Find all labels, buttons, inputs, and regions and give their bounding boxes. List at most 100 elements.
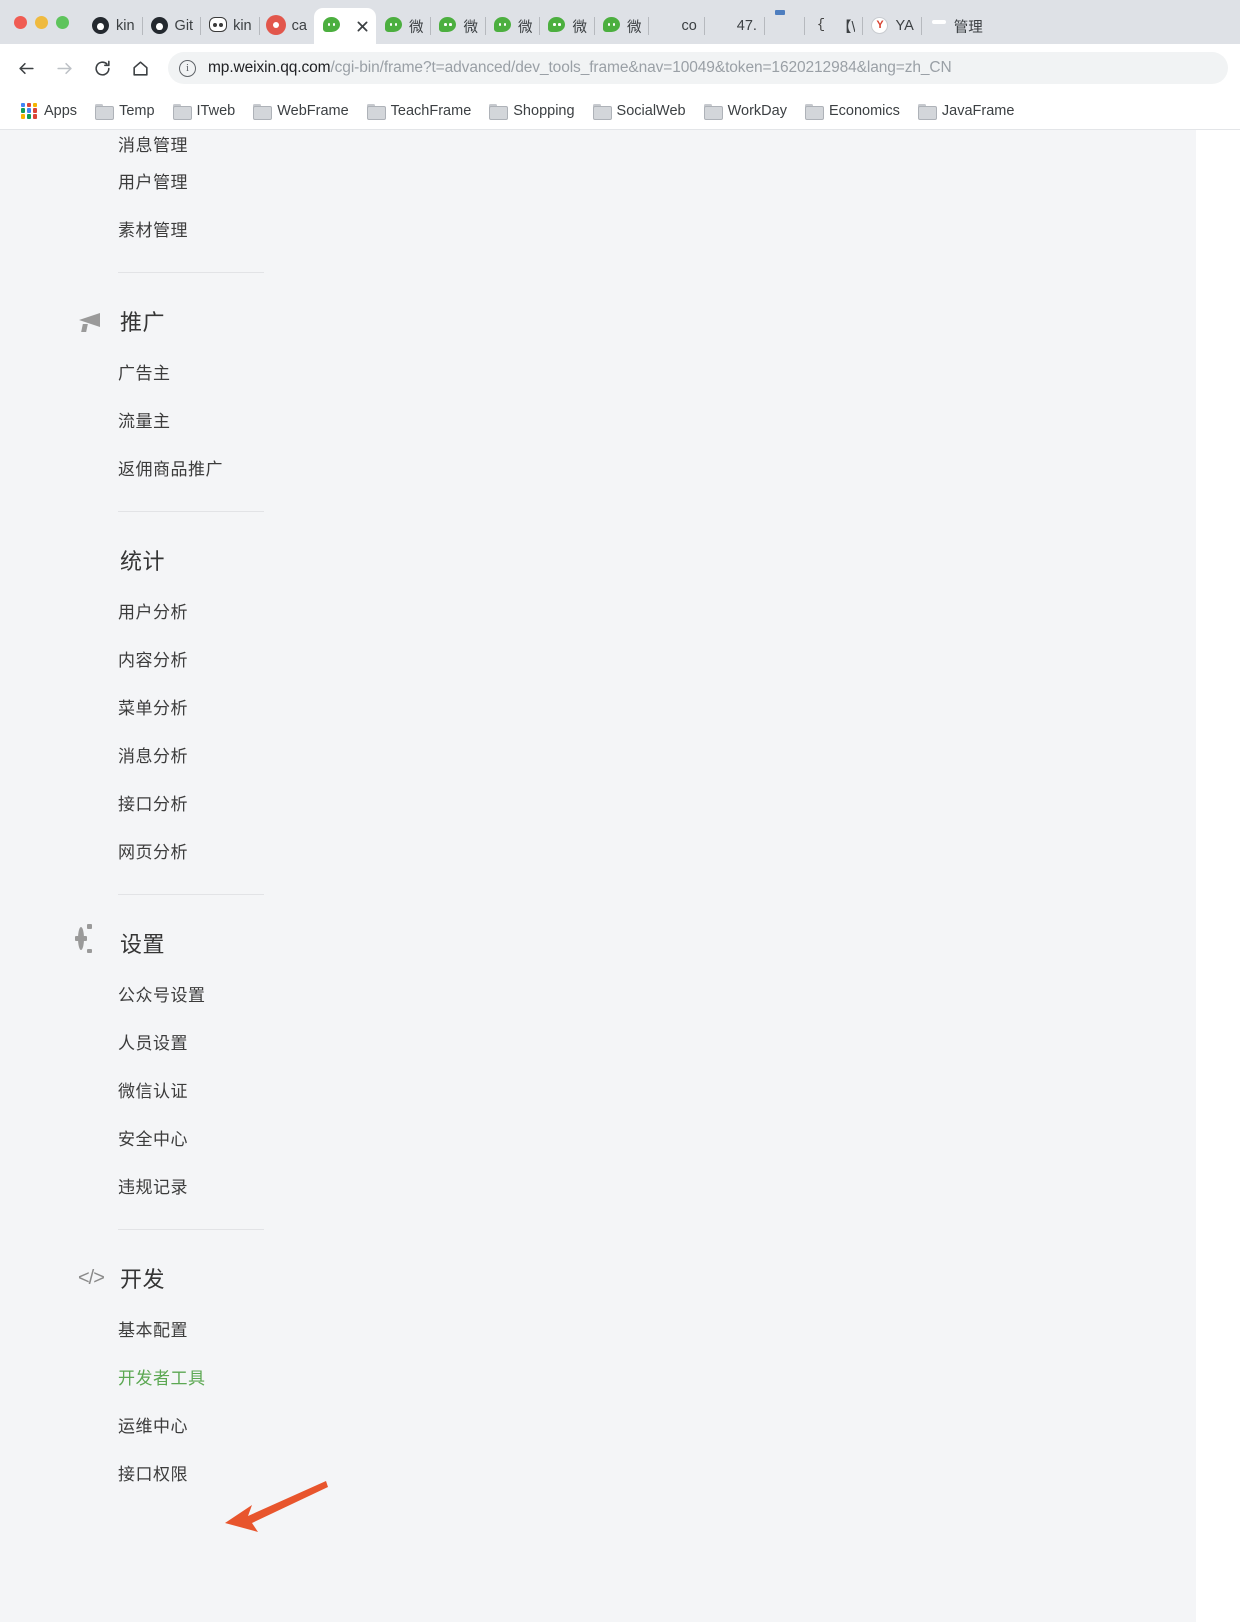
site-info-icon[interactable]: i bbox=[179, 59, 196, 77]
sidebar-item-message-management[interactable]: 消息管理 bbox=[72, 130, 300, 156]
sidebar-item[interactable]: 人员设置 bbox=[72, 1017, 300, 1065]
browser-tab[interactable]: Y YA bbox=[862, 8, 920, 44]
folder-icon bbox=[172, 103, 192, 120]
tab-label: Git bbox=[174, 18, 194, 34]
browser-tab[interactable]: 微 bbox=[484, 8, 540, 44]
bookmark-workday[interactable]: WorkDay bbox=[695, 99, 796, 123]
minimize-window-button[interactable] bbox=[35, 15, 48, 29]
bookmark-label: Shopping bbox=[513, 102, 575, 119]
close-tab-button[interactable] bbox=[353, 17, 372, 36]
sidebar-item[interactable]: 接口权限 bbox=[72, 1448, 300, 1496]
folder-icon bbox=[703, 103, 723, 120]
folder-icon bbox=[804, 103, 824, 120]
github-icon bbox=[150, 17, 169, 35]
forward-button[interactable] bbox=[46, 50, 82, 86]
browser-tab[interactable]: 管理 bbox=[920, 8, 990, 44]
sidebar-item[interactable]: 流量主 bbox=[72, 395, 300, 443]
tab-label: 微 bbox=[463, 19, 478, 36]
bookmark-itweb[interactable]: ITweb bbox=[164, 99, 245, 123]
close-window-button[interactable] bbox=[14, 15, 27, 29]
browser-tab[interactable]: 微 bbox=[593, 8, 649, 44]
sidebar-item[interactable]: 网页分析 bbox=[72, 826, 300, 874]
sidebar-group-header[interactable]: 推广 bbox=[72, 295, 300, 347]
reload-button[interactable] bbox=[84, 50, 120, 86]
bookmark-webframe[interactable]: WebFrame bbox=[244, 99, 357, 123]
yandex-icon: Y bbox=[871, 17, 889, 35]
page-scrollbar[interactable] bbox=[1196, 130, 1240, 1622]
browser-tab-active[interactable] bbox=[313, 8, 376, 44]
bookmark-teachframe[interactable]: TeachFrame bbox=[358, 99, 481, 123]
reload-icon bbox=[94, 60, 110, 76]
sidebar-group-header[interactable]: </> 开发 bbox=[72, 1252, 300, 1304]
browser-tab[interactable]: Git bbox=[141, 8, 201, 44]
tab-label: 【\ bbox=[836, 19, 856, 36]
browser-tab[interactable]: { 【\ bbox=[803, 8, 863, 44]
bookmark-socialweb[interactable]: SocialWeb bbox=[584, 99, 695, 123]
browser-tab[interactable] bbox=[763, 8, 804, 44]
tab-label: kin bbox=[233, 18, 252, 34]
gear-icon bbox=[75, 924, 104, 956]
wechat-icon bbox=[439, 17, 457, 35]
folder-icon bbox=[366, 103, 386, 120]
sidebar-item[interactable]: 广告主 bbox=[72, 347, 300, 395]
sidebar-item[interactable]: 基本配置 bbox=[72, 1304, 300, 1352]
folder-icon bbox=[95, 103, 115, 120]
folder-icon bbox=[489, 103, 509, 120]
home-button[interactable] bbox=[122, 50, 158, 86]
sidebar-item[interactable]: 微信认证 bbox=[72, 1065, 300, 1113]
sidebar-item[interactable]: 用户管理 bbox=[72, 156, 300, 204]
wechat-mp-sidebar: 消息管理 用户管理 素材管理 推广广告主 流量主 返佣商品推广统计用户分析 内容分析 菜单… bbox=[0, 130, 300, 1496]
url-host: mp.weixin.qq.com bbox=[208, 59, 331, 76]
sidebar-item-active[interactable]: 开发者工具 bbox=[72, 1352, 300, 1400]
sidebar-item[interactable]: 内容分析 bbox=[72, 634, 300, 682]
browser-tab[interactable]: kin bbox=[83, 8, 142, 44]
browser-tab[interactable]: 微 bbox=[376, 8, 431, 44]
sidebar-group: 推广广告主 流量主 返佣商品推广 bbox=[72, 295, 300, 491]
bookmark-temp[interactable]: Temp bbox=[86, 99, 163, 123]
sidebar-item[interactable]: 违规记录 bbox=[72, 1161, 300, 1209]
back-button[interactable] bbox=[8, 50, 44, 86]
bookmark-javaframe[interactable]: JavaFrame bbox=[909, 99, 1024, 123]
browser-tab[interactable]: 47. bbox=[703, 8, 764, 44]
tab-label: kin bbox=[116, 18, 135, 34]
megaphone-icon bbox=[78, 308, 104, 334]
browser-tab[interactable]: ca bbox=[258, 8, 314, 44]
address-bar[interactable]: i mp.weixin.qq.com/cgi-bin/frame?t=advan… bbox=[168, 52, 1228, 84]
sidebar-group-title: 开发 bbox=[120, 1267, 166, 1292]
sidebar-group-title: 设置 bbox=[120, 932, 166, 957]
tab-label: 微 bbox=[408, 19, 424, 36]
sidebar-item[interactable]: 安全中心 bbox=[72, 1113, 300, 1161]
tab-strip: kin Git kin ca 微 微 微 微 微 co 47. {【\ Y YA 管理 bbox=[0, 0, 1240, 44]
sidebar-item[interactable]: 返佣商品推广 bbox=[72, 443, 300, 491]
sidebar-item[interactable]: 运维中心 bbox=[72, 1400, 300, 1448]
forward-arrow-icon bbox=[56, 62, 72, 74]
sidebar-item[interactable]: 接口分析 bbox=[72, 778, 300, 826]
sidebar-group-title: 统计 bbox=[120, 549, 166, 574]
sidebar-item[interactable]: 菜单分析 bbox=[72, 682, 300, 730]
browser-tab[interactable]: co bbox=[648, 8, 703, 44]
sidebar-item[interactable]: 消息分析 bbox=[72, 730, 300, 778]
bookmark-label: TeachFrame bbox=[390, 102, 472, 119]
sidebar-management-items: 用户管理 素材管理 bbox=[72, 156, 300, 252]
java-icon bbox=[773, 17, 791, 35]
wechat-icon bbox=[548, 17, 566, 35]
bracket-icon: { bbox=[816, 17, 826, 33]
browser-tab[interactable]: kin bbox=[200, 8, 259, 44]
sidebar-group-header[interactable]: 统计 bbox=[72, 534, 300, 586]
bookmark-shopping[interactable]: Shopping bbox=[480, 99, 583, 123]
sidebar-item[interactable]: 公众号设置 bbox=[72, 969, 300, 1017]
sidebar-item[interactable]: 素材管理 bbox=[72, 204, 300, 252]
bookmark-apps[interactable]: Apps bbox=[12, 99, 86, 123]
browser-tab[interactable]: 微 bbox=[430, 8, 485, 44]
sidebar-item[interactable]: 用户分析 bbox=[72, 586, 300, 634]
bookmarks-bar: Apps Temp ITweb WebFrame TeachFrame Shopping S… bbox=[0, 92, 1240, 130]
sidebar-group-title: 推广 bbox=[120, 310, 166, 335]
sidebar-group-header[interactable]: 设置 bbox=[72, 917, 300, 969]
browser-tab[interactable]: 微 bbox=[539, 8, 594, 44]
window-controls[interactable] bbox=[10, 0, 83, 44]
code-brackets-icon: </> bbox=[78, 1267, 105, 1289]
maximize-window-button[interactable] bbox=[56, 15, 69, 29]
bookmark-economics[interactable]: Economics bbox=[796, 99, 909, 123]
folder-icon bbox=[592, 103, 612, 120]
github-icon bbox=[92, 17, 110, 35]
